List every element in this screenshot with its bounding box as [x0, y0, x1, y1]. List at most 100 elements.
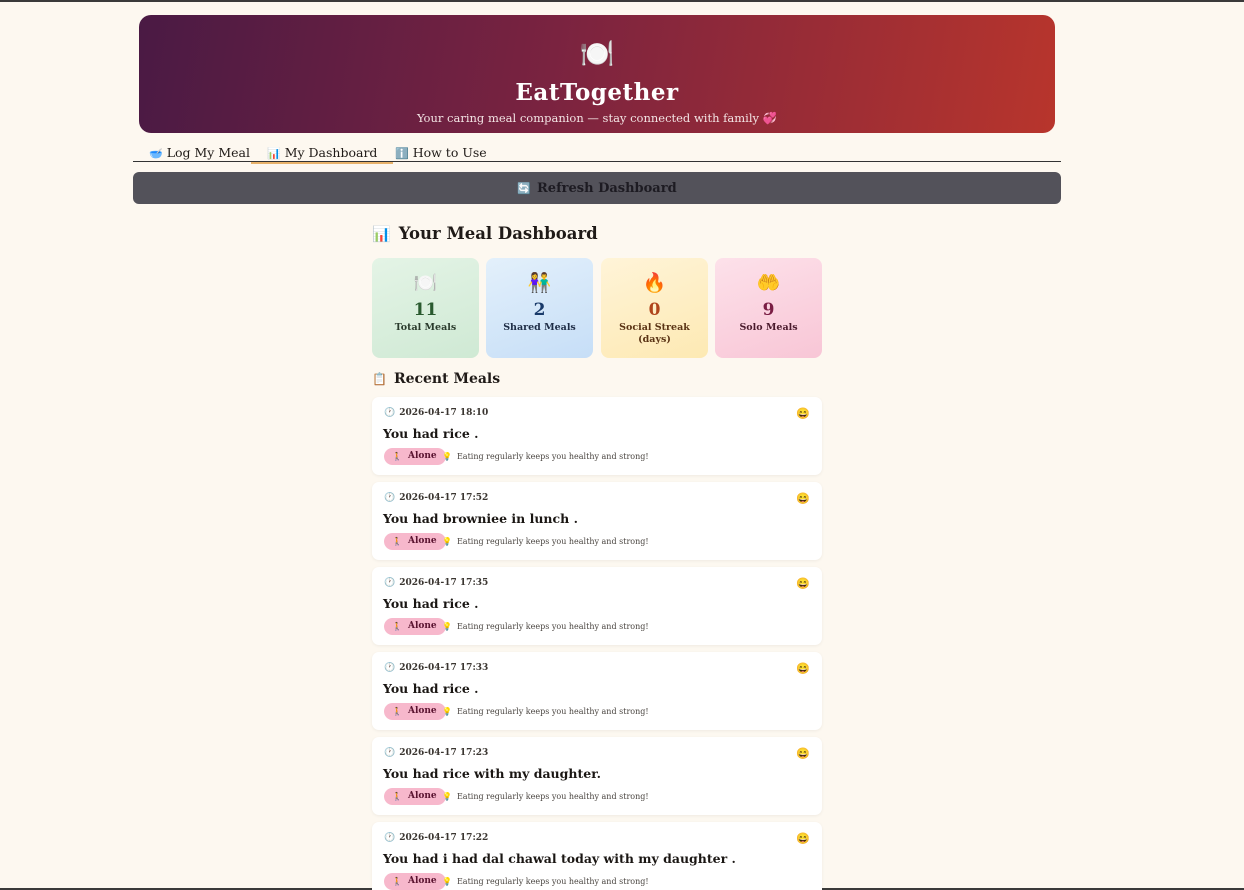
tip-text: Eating regularly keeps you healthy and s…	[456, 537, 649, 546]
meal-text: You had rice with my daughter.	[383, 766, 601, 781]
meal-timestamp: 🕐 2026-04-17 17:22	[384, 833, 488, 843]
meal-card: 🕐 2026-04-17 17:52 😄 You had browniee in …	[372, 482, 822, 560]
lightbulb-icon: 💡	[442, 622, 452, 631]
stat-card-total-meals: 🍽️ 11 Total Meals	[372, 258, 479, 358]
meal-tip: 💡 Eating regularly keeps you healthy and …	[442, 792, 649, 801]
plate-icon: 🍽️	[413, 272, 438, 294]
lightbulb-icon: 💡	[442, 792, 452, 801]
meal-timestamp: 🕐 2026-04-17 17:35	[384, 578, 488, 588]
stat-label: Solo Meals	[739, 322, 798, 333]
meal-text: You had i had dal chawal today with my d…	[383, 851, 736, 866]
meal-card: 🕐 2026-04-17 18:10 😄 You had rice . 🚶 Alon…	[372, 397, 822, 475]
stat-card-solo-meals: 🤲 9 Solo Meals	[715, 258, 822, 358]
meal-timestamp: 🕐 2026-04-17 17:33	[384, 663, 488, 673]
badge-text: Alone	[407, 536, 437, 546]
meal-time-text: 2026-04-17 17:23	[399, 748, 489, 758]
company-badge: 🚶 Alone	[384, 873, 446, 890]
meal-time-text: 2026-04-17 17:35	[399, 578, 489, 588]
meal-time-text: 2026-04-17 18:10	[399, 408, 489, 418]
refresh-dashboard-button[interactable]: 🔄 Refresh Dashboard	[133, 172, 1061, 204]
meal-tip: 💡 Eating regularly keeps you healthy and …	[442, 537, 649, 546]
tab-my-dashboard[interactable]: 📊 My Dashboard	[250, 144, 394, 164]
meal-timestamp: 🕐 2026-04-17 18:10	[384, 408, 488, 418]
clock-icon: 🕐	[384, 663, 396, 673]
refresh-icon: 🔄	[517, 181, 531, 195]
app-title: EatTogether	[515, 79, 679, 106]
clock-icon: 🕐	[384, 408, 396, 418]
stat-card-social-streak: 🔥 0 Social Streak (days)	[601, 258, 708, 358]
company-badge: 🚶 Alone	[384, 703, 446, 720]
badge-text: Alone	[407, 706, 437, 716]
meal-tip: 💡 Eating regularly keeps you healthy and …	[442, 707, 649, 716]
tip-text: Eating regularly keeps you healthy and s…	[456, 707, 649, 716]
badge-text: Alone	[407, 451, 437, 461]
meal-tip: 💡 Eating regularly keeps you healthy and …	[442, 877, 649, 886]
clock-icon: 🕐	[384, 833, 396, 843]
bowl-icon: 🥣	[149, 147, 163, 160]
meal-tip: 💡 Eating regularly keeps you healthy and …	[442, 452, 649, 461]
tab-label: My Dashboard	[284, 145, 378, 160]
meal-time-text: 2026-04-17 17:52	[399, 493, 489, 503]
meal-text: You had rice .	[383, 426, 479, 441]
stat-card-shared-meals: 👫 2 Shared Meals	[486, 258, 593, 358]
tip-text: Eating regularly keeps you healthy and s…	[456, 792, 649, 801]
clipboard-icon: 📋	[372, 372, 387, 386]
meal-card: 🕐 2026-04-17 17:33 😄 You had rice . 🚶 Alon…	[372, 652, 822, 730]
meal-text: You had rice .	[383, 596, 479, 611]
person-icon: 🚶	[392, 876, 402, 886]
dashboard-title: 📊 Your Meal Dashboard	[372, 224, 598, 243]
person-icon: 🚶	[392, 621, 402, 631]
mood-icon: 😄	[796, 832, 810, 845]
company-badge: 🚶 Alone	[384, 618, 446, 635]
lightbulb-icon: 💡	[442, 452, 452, 461]
tab-label: How to Use	[412, 145, 487, 160]
badge-text: Alone	[407, 876, 437, 886]
app-subtitle: Your caring meal companion — stay connec…	[416, 111, 778, 125]
stat-value: 2	[533, 300, 546, 320]
open-hands-icon: 🤲	[756, 272, 781, 294]
clock-icon: 🕐	[384, 748, 396, 758]
tab-bar: 🥣 Log My Meal 📊 My Dashboard ℹ️ How to Use	[133, 144, 1061, 164]
meal-card: 🕐 2026-04-17 17:23 😄 You had rice with my…	[372, 737, 822, 815]
clock-icon: 🕐	[384, 578, 396, 588]
bar-chart-icon: 📊	[267, 147, 281, 160]
app-header: 🍽️ EatTogether Your caring meal companio…	[139, 15, 1055, 133]
fire-icon: 🔥	[642, 272, 667, 294]
tip-text: Eating regularly keeps you healthy and s…	[456, 877, 649, 886]
stat-label: Social Streak (days)	[619, 322, 690, 345]
mood-icon: 😄	[796, 492, 810, 505]
clock-icon: 🕐	[384, 493, 396, 503]
meal-card: 🕐 2026-04-17 17:22 😄 You had i had dal ch…	[372, 822, 822, 890]
badge-text: Alone	[407, 621, 437, 631]
dashboard-title-text: Your Meal Dashboard	[398, 224, 598, 243]
stat-label: Shared Meals	[503, 322, 576, 333]
info-icon: ℹ️	[395, 147, 409, 160]
lightbulb-icon: 💡	[442, 707, 452, 716]
company-badge: 🚶 Alone	[384, 788, 446, 805]
people-icon: 👫	[527, 272, 552, 294]
stats-row: 🍽️ 11 Total Meals 👫 2 Shared Meals 🔥 0 S…	[372, 258, 822, 358]
badge-text: Alone	[407, 791, 437, 801]
meal-card: 🕐 2026-04-17 17:35 😄 You had rice . 🚶 Alon…	[372, 567, 822, 645]
tip-text: Eating regularly keeps you healthy and s…	[456, 622, 649, 631]
meal-text: You had browniee in lunch .	[383, 511, 578, 526]
meal-text: You had rice .	[383, 681, 479, 696]
stat-value: 0	[648, 300, 661, 320]
tab-how-to-use[interactable]: ℹ️ How to Use	[395, 144, 487, 162]
tab-log-my-meal[interactable]: 🥣 Log My Meal	[149, 144, 250, 162]
company-badge: 🚶 Alone	[384, 448, 446, 465]
meal-time-text: 2026-04-17 17:22	[399, 833, 489, 843]
recent-meals-title: 📋 Recent Meals	[372, 371, 500, 387]
meal-timestamp: 🕐 2026-04-17 17:23	[384, 748, 488, 758]
tab-label: Log My Meal	[166, 145, 250, 160]
bar-chart-icon: 📊	[372, 224, 391, 243]
plate-fork-knife-icon: 🍽️	[579, 37, 615, 70]
person-icon: 🚶	[392, 451, 402, 461]
meal-tip: 💡 Eating regularly keeps you healthy and …	[442, 622, 649, 631]
mood-icon: 😄	[796, 577, 810, 590]
person-icon: 🚶	[392, 536, 402, 546]
mood-icon: 😄	[796, 407, 810, 420]
stat-value: 9	[762, 300, 775, 320]
refresh-label: Refresh Dashboard	[537, 180, 677, 196]
meal-timestamp: 🕐 2026-04-17 17:52	[384, 493, 488, 503]
